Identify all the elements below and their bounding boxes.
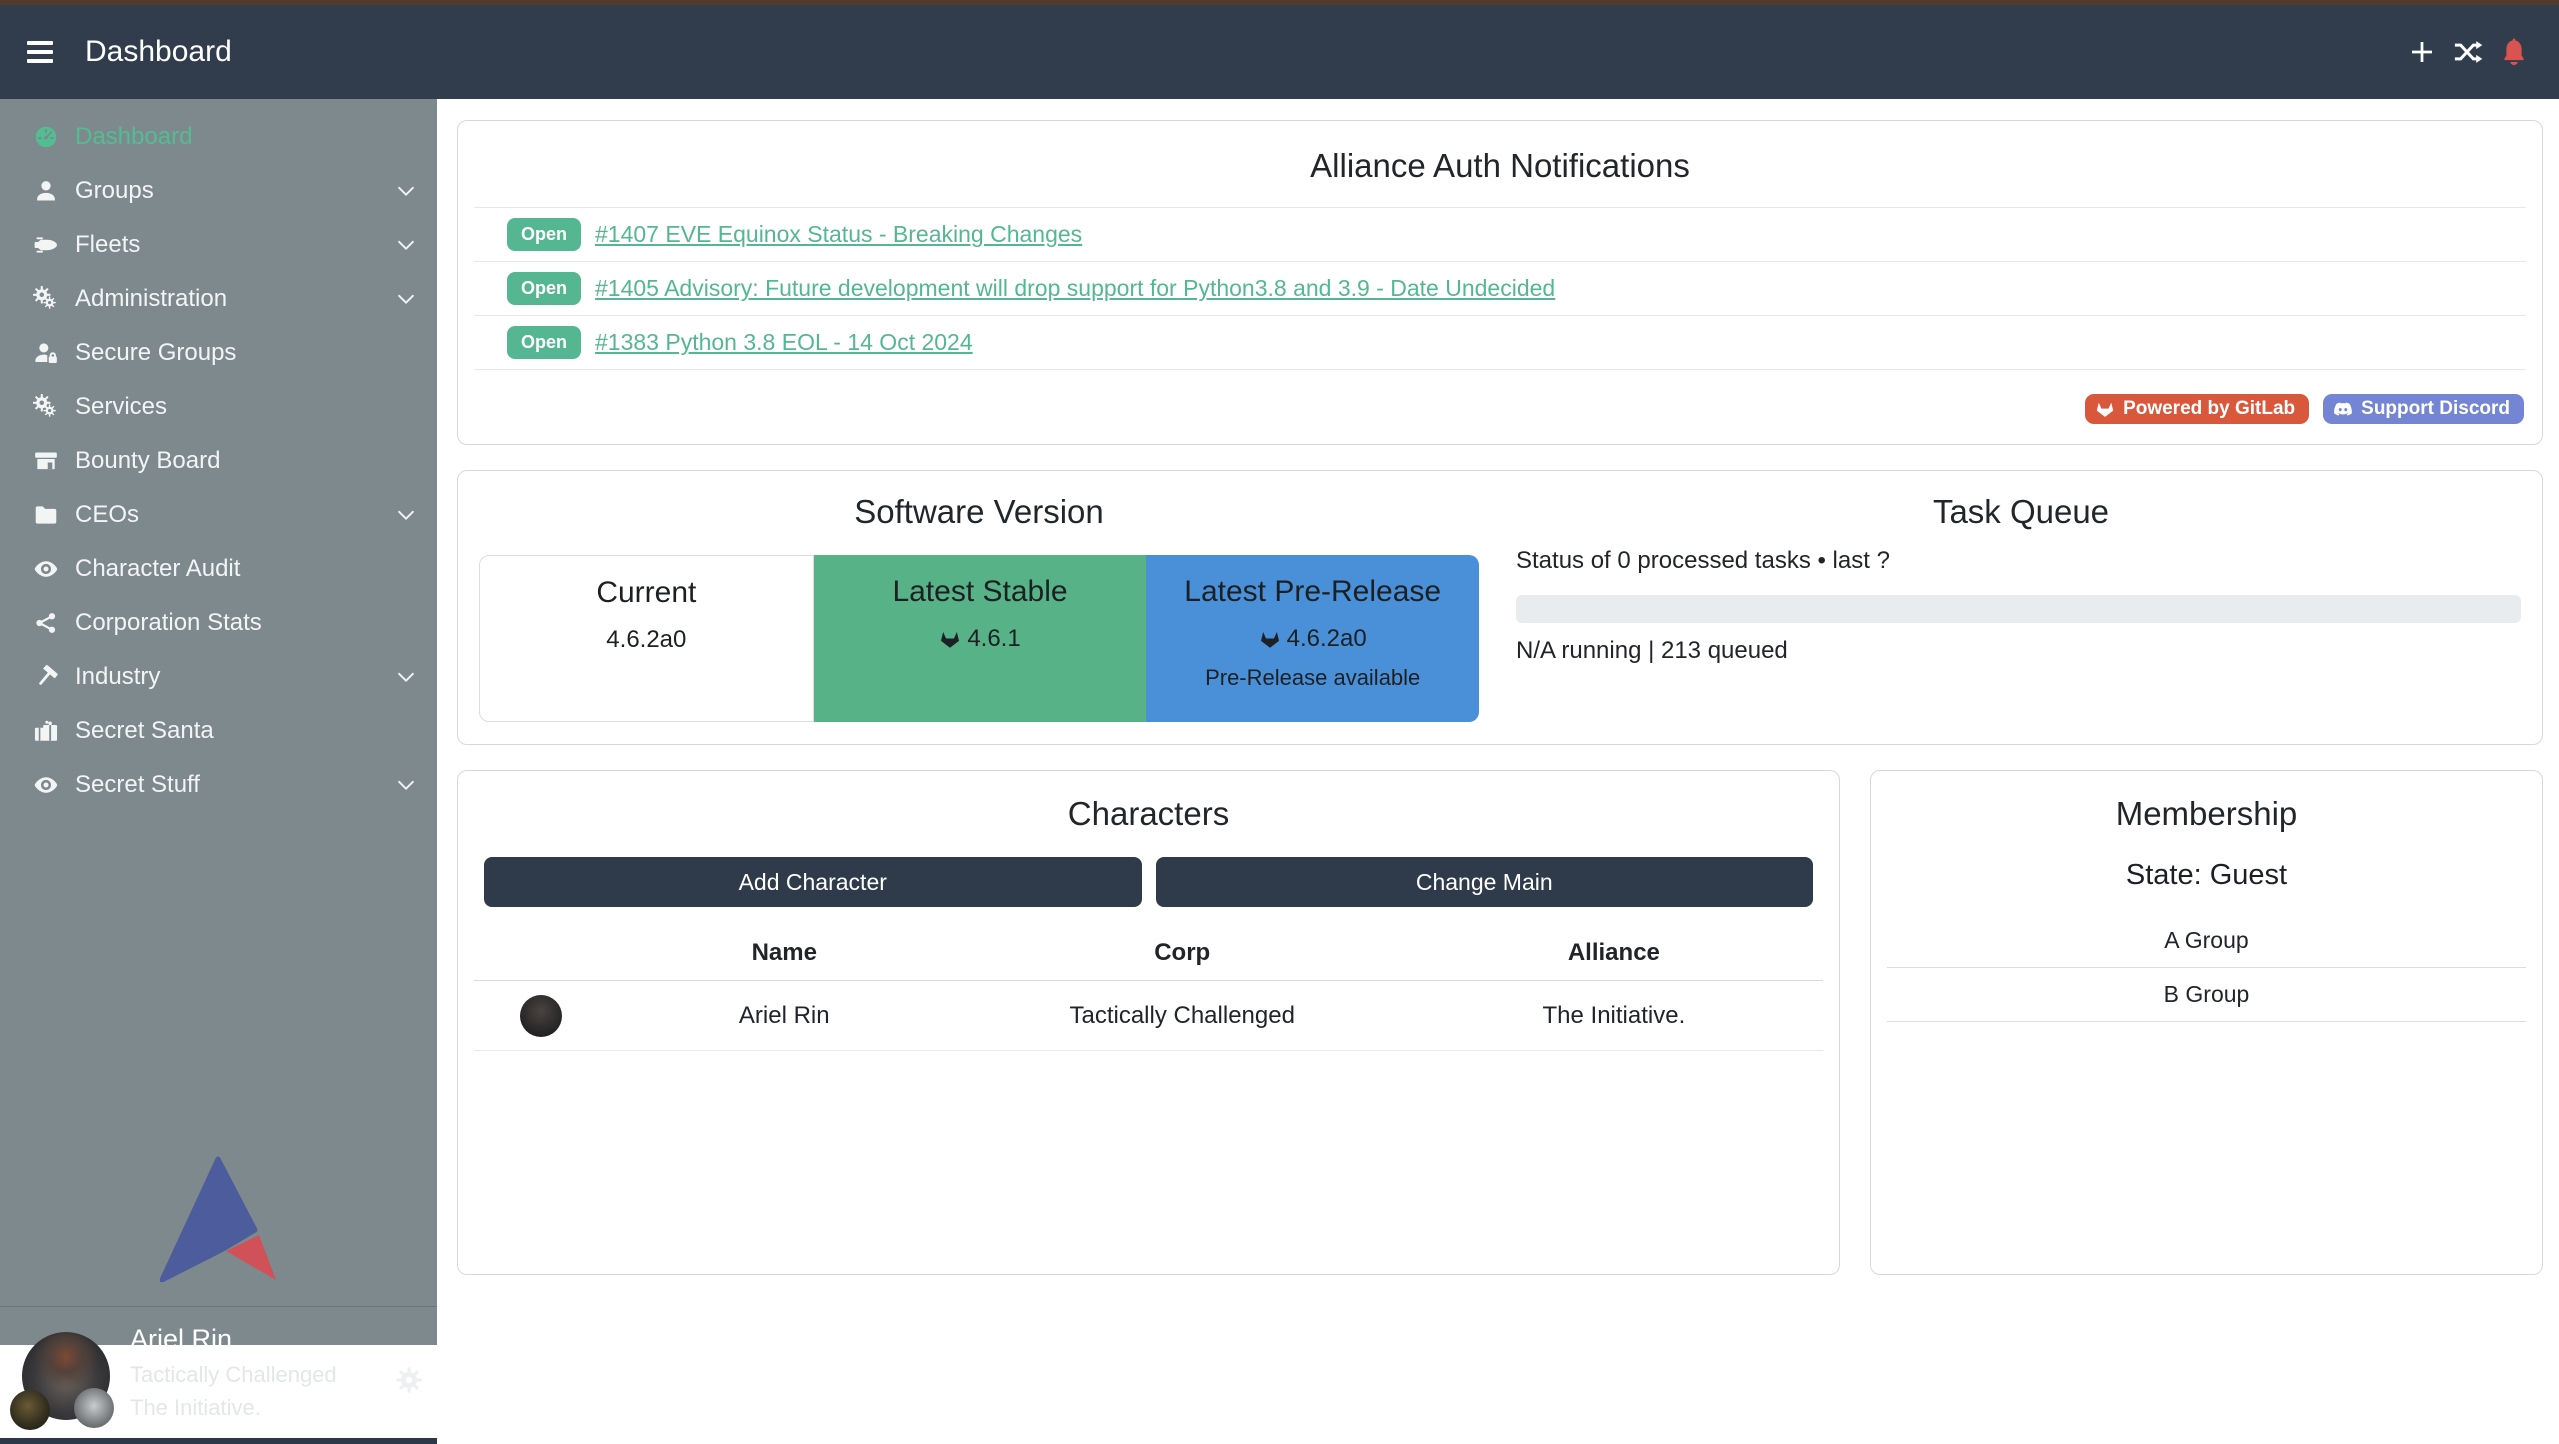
notification-link[interactable]: #1383 Python 3.8 EOL - 14 Oct 2024 [595,329,973,356]
version-cell-latest-stable: Latest Stable 4.6.1 [814,555,1147,722]
menu-toggle-icon[interactable] [27,41,53,63]
add-icon[interactable] [2407,37,2437,67]
notifications-title: Alliance Auth Notifications [458,147,2542,185]
eye-icon [33,772,59,798]
gitlab-icon [1259,628,1281,650]
sidebar-item-secret-stuff[interactable]: Secret Stuff [0,758,437,812]
user-alliance: The Initiative. [130,1395,337,1421]
software-version-section: Software Version Current 4.6.2a0 Latest … [458,471,1500,744]
sidebar-bottom-strip [0,1438,437,1444]
change-main-button[interactable]: Change Main [1156,857,1814,907]
sidebar-item-ceos[interactable]: CEOs [0,488,437,542]
sidebar-item-services[interactable]: Services [0,380,437,434]
character-portrait [520,995,562,1037]
user-settings-gear-icon[interactable] [394,1365,424,1395]
user-icon [33,178,59,204]
space-shuttle-icon [33,232,59,258]
hammer-icon [33,664,59,690]
share-icon [33,610,59,636]
list-item: B Group [1887,968,2526,1022]
task-queue-text: N/A running | 213 queued [1516,637,2521,665]
sidebar-item-industry[interactable]: Industry [0,650,437,704]
eye-icon [33,556,59,582]
alliance-column-header: Alliance [1405,939,1823,967]
character-name: Ariel Rin [609,1002,960,1030]
sidebar-item-bounty-board[interactable]: Bounty Board [0,434,437,488]
notification-row: Open #1407 EVE Equinox Status - Breaking… [474,208,2526,262]
chevron-down-icon [395,180,417,202]
sidebar-item-secure-groups[interactable]: Secure Groups [0,326,437,380]
version-cell-latest-prerelease: Latest Pre-Release 4.6.2a0 Pre-Release a… [1146,555,1479,722]
discord-icon [2333,399,2353,419]
store-icon [33,448,59,474]
shuffle-icon[interactable] [2453,37,2483,67]
task-queue-section: Task Queue Status of 0 processed tasks •… [1500,471,2542,744]
character-corp: Tactically Challenged [960,1002,1405,1030]
cogs-icon [33,394,59,420]
gitlab-icon [939,628,961,650]
gauge-icon [33,124,59,150]
characters-panel: Characters Add Character Change Main Nam… [457,770,1840,1275]
gifts-icon [33,718,59,744]
status-badge: Open [507,326,581,359]
character-alliance: The Initiative. [1405,1002,1823,1030]
notification-link[interactable]: #1405 Advisory: Future development will … [595,275,1555,302]
corp-logo-badge [10,1390,50,1430]
task-progress-bar [1516,595,2521,623]
membership-group-list: A Group B Group [1887,914,2526,1022]
task-status-text: Status of 0 processed tasks • last ? [1516,547,2521,575]
sidebar-item-corporation-stats[interactable]: Corporation Stats [0,596,437,650]
notifications-bell-icon[interactable] [2499,37,2529,67]
notification-row: Open #1405 Advisory: Future development … [474,262,2526,316]
sidebar-item-secret-santa[interactable]: Secret Santa [0,704,437,758]
list-item: A Group [1887,914,2526,968]
table-row: Ariel Rin Tactically Challenged The Init… [474,981,1823,1051]
add-character-button[interactable]: Add Character [484,857,1142,907]
characters-table: Name Corp Alliance Ariel Rin Tactically … [474,925,1823,1051]
cogs-icon [33,286,59,312]
folder-icon [33,502,59,528]
gitlab-icon [2095,399,2115,419]
chevron-down-icon [395,234,417,256]
software-version-title: Software Version [458,493,1500,531]
notification-link[interactable]: #1407 EVE Equinox Status - Breaking Chan… [595,221,1082,248]
membership-panel: Membership State: Guest A Group B Group [1870,770,2543,1275]
sidebar: Dashboard Groups Fleets Administration S… [0,99,437,1345]
characters-title: Characters [458,795,1839,833]
sidebar-item-character-audit[interactable]: Character Audit [0,542,437,596]
chevron-down-icon [395,288,417,310]
sidebar-item-fleets[interactable]: Fleets [0,218,437,272]
alliance-logo [160,1156,277,1282]
sidebar-item-groups[interactable]: Groups [0,164,437,218]
version-task-panel: Software Version Current 4.6.2a0 Latest … [457,470,2543,745]
page-title: Dashboard [85,35,232,69]
status-badge: Open [507,218,581,251]
membership-title: Membership [1871,795,2542,833]
version-cell-current: Current 4.6.2a0 [479,555,814,722]
status-badge: Open [507,272,581,305]
chevron-down-icon [395,666,417,688]
powered-by-gitlab-badge[interactable]: Powered by GitLab [2085,394,2309,424]
sidebar-item-administration[interactable]: Administration [0,272,437,326]
user-lock-icon [33,340,59,366]
corp-column-header: Corp [960,939,1405,967]
notification-row: Open #1383 Python 3.8 EOL - 14 Oct 2024 [474,316,2526,370]
chevron-down-icon [395,774,417,796]
user-corp: Tactically Challenged [130,1362,337,1388]
top-navbar: Dashboard [0,5,2559,99]
notifications-list: Open #1407 EVE Equinox Status - Breaking… [474,207,2526,370]
sidebar-user-panel: Ariel Rin Tactically Challenged The Init… [0,1307,437,1438]
name-column-header: Name [609,939,960,967]
support-discord-badge[interactable]: Support Discord [2323,394,2524,424]
user-name: Ariel Rin [130,1324,337,1355]
task-queue-title: Task Queue [1500,493,2542,531]
sidebar-item-dashboard[interactable]: Dashboard [0,110,437,164]
alliance-auth-notifications-panel: Alliance Auth Notifications Open #1407 E… [457,120,2543,445]
alliance-logo-badge [74,1388,114,1428]
membership-state: State: Guest [1871,859,2542,892]
chevron-down-icon [395,504,417,526]
